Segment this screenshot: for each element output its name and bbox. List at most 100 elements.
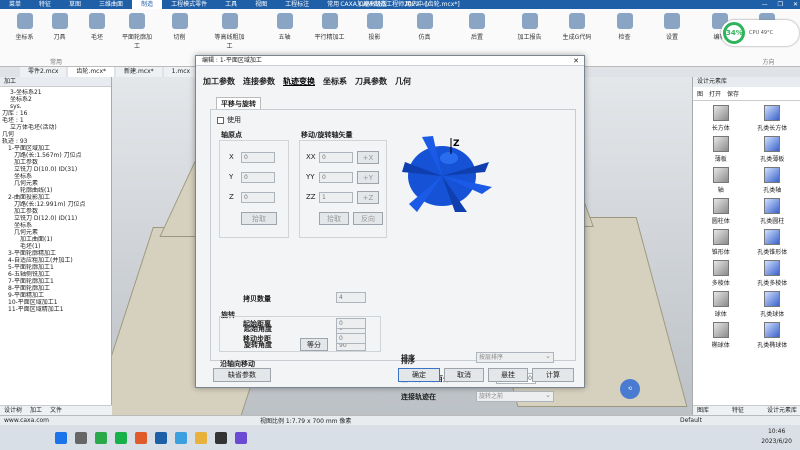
library-item[interactable]: 长方体: [695, 105, 747, 132]
tree-item[interactable]: 1-平面区域加工: [0, 145, 111, 152]
library-item[interactable]: 孔类薄板: [747, 136, 799, 163]
tree-item[interactable]: 4-自适应粗加工(并加工): [0, 257, 111, 264]
document-tab[interactable]: 零件2.mcx: [20, 67, 67, 77]
library-item[interactable]: 孔类圆柱: [747, 198, 799, 225]
library-item[interactable]: 椭球体: [695, 322, 747, 349]
ribbon-button[interactable]: 刀具: [43, 13, 77, 53]
tree-item[interactable]: 几何元素: [0, 180, 111, 187]
folder-icon[interactable]: [195, 431, 207, 444]
ribbon-button[interactable]: 平行精加工: [313, 13, 347, 53]
library-item[interactable]: 轴: [695, 167, 747, 194]
plus-x-button[interactable]: +X: [357, 151, 379, 164]
tree-item[interactable]: 立方体毛坯(活动): [0, 124, 111, 131]
tree-item[interactable]: 刀路(长:12.991m) 刀位点: [0, 201, 111, 208]
browser-icon[interactable]: [95, 431, 107, 444]
tree-item[interactable]: 11-平面区域精加工1: [0, 306, 111, 313]
use-checkbox[interactable]: 使用: [217, 115, 241, 125]
performance-widget[interactable]: 34% CPU 49°C: [721, 20, 799, 46]
library-item[interactable]: 孔类球体: [747, 291, 799, 318]
tree-item[interactable]: 刀库 : 16: [0, 110, 111, 117]
dialog-tab[interactable]: 刀具参数: [354, 76, 388, 87]
tree-item[interactable]: 加工曲面(1): [0, 236, 111, 243]
default-params-button[interactable]: 缺省参数: [213, 368, 271, 382]
tree-item[interactable]: 7-平面轮廓加工1: [0, 278, 111, 285]
vector-pick-button[interactable]: 拾取: [319, 212, 349, 225]
ribbon-button[interactable]: 平面轮廓加工: [120, 13, 154, 53]
library-item[interactable]: 圆柱体: [695, 198, 747, 225]
copies-field[interactable]: 4: [336, 292, 366, 303]
tree-item[interactable]: 轨迹 : 93: [0, 138, 111, 145]
library-item[interactable]: 薄板: [695, 136, 747, 163]
close-window-button[interactable]: ✕: [793, 0, 798, 9]
ribbon-button[interactable]: 检查: [608, 13, 642, 53]
library-tool-button[interactable]: 图: [697, 89, 703, 98]
plus-y-button[interactable]: +Y: [357, 171, 379, 184]
connect-select[interactable]: 旋转之前: [476, 390, 554, 402]
tree-item[interactable]: 几何: [0, 131, 111, 138]
chat-icon[interactable]: [115, 431, 127, 444]
app-icon[interactable]: [235, 431, 247, 444]
library-tool-button[interactable]: 打开: [709, 89, 721, 98]
ribbon-button[interactable]: 后置: [460, 13, 494, 53]
maximize-button[interactable]: ❐: [778, 0, 783, 9]
dialog-close-button[interactable]: ✕: [573, 56, 579, 66]
ribbon-button[interactable]: 加工报告: [513, 13, 547, 53]
tree-item[interactable]: 5-平面轮廓加工1: [0, 264, 111, 271]
tree-item[interactable]: 坐标系: [0, 222, 111, 229]
ribbon-button[interactable]: 等高线粗加工: [213, 13, 247, 53]
tree-item[interactable]: sys.: [0, 103, 111, 110]
library-item[interactable]: 孔类长方体: [747, 105, 799, 132]
library-item[interactable]: 多棱体: [695, 260, 747, 287]
reverse-button[interactable]: 反向: [353, 212, 383, 225]
view-cube-icon[interactable]: ⟲: [620, 379, 640, 399]
sort-select[interactable]: 按层排序: [476, 351, 554, 363]
library-item[interactable]: 孔类锥形体: [747, 229, 799, 256]
ribbon-button[interactable]: 生成G代码: [560, 13, 594, 53]
search-icon[interactable]: [75, 431, 87, 444]
tree-item[interactable]: 10-平面区域加工1: [0, 299, 111, 306]
library-item[interactable]: 孔类多棱体: [747, 260, 799, 287]
caxa-icon[interactable]: [155, 431, 167, 444]
app-icon[interactable]: [135, 431, 147, 444]
document-tab[interactable]: 新建.mcx*: [116, 67, 162, 77]
move-start-field[interactable]: 0: [336, 318, 366, 329]
ribbon-button[interactable]: 仿真: [408, 13, 442, 53]
pivot-z-field[interactable]: 0: [241, 192, 275, 203]
tree-item[interactable]: 坐标系: [0, 173, 111, 180]
dialog-tab[interactable]: 加工参数: [202, 76, 236, 87]
ribbon-button[interactable]: 坐标系: [8, 13, 42, 53]
minimize-button[interactable]: —: [762, 0, 768, 9]
ok-button[interactable]: 确定: [398, 368, 440, 382]
pivot-x-field[interactable]: 0: [241, 152, 275, 163]
tree-item[interactable]: 刀路(长:1.567m) 刀位点: [0, 152, 111, 159]
pivot-pick-button[interactable]: 拾取: [241, 212, 277, 225]
ribbon-button[interactable]: 五轴: [268, 13, 302, 53]
tree-item[interactable]: 2-曲面投影加工: [0, 194, 111, 201]
app-icon[interactable]: [215, 431, 227, 444]
left-panel-tab[interactable]: 加工: [30, 406, 42, 415]
ribbon-button[interactable]: 设置: [655, 13, 689, 53]
dialog-tab[interactable]: 几何: [394, 76, 412, 87]
library-tool-button[interactable]: 保存: [727, 89, 739, 98]
tree-item[interactable]: 毛坯 : 1: [0, 117, 111, 124]
document-tab[interactable]: 1.mcx: [163, 67, 199, 77]
compute-button[interactable]: 计算: [532, 368, 574, 382]
tree-item[interactable]: 3-平面轮廓精加工: [0, 250, 111, 257]
tree-item[interactable]: 3-坐标系21: [0, 89, 111, 96]
ribbon-button[interactable]: 切削: [163, 13, 197, 53]
library-item[interactable]: 孔类椭球体: [747, 322, 799, 349]
tree-item[interactable]: 毛坯(1): [0, 243, 111, 250]
tree-item[interactable]: 加工参数: [0, 159, 111, 166]
left-panel-tab[interactable]: 设计树: [4, 406, 22, 415]
tree-item[interactable]: 轮廓曲线(1): [0, 187, 111, 194]
right-panel-tab[interactable]: 图库: [697, 406, 709, 415]
checkbox-box[interactable]: [217, 116, 224, 124]
dialog-tab[interactable]: 坐标系: [322, 76, 348, 87]
right-panel-tab[interactable]: 设计元素库: [767, 406, 797, 415]
tree-item[interactable]: 坐标系2: [0, 96, 111, 103]
move-step-field[interactable]: 0: [336, 333, 366, 344]
library-item[interactable]: 球体: [695, 291, 747, 318]
dialog-tab[interactable]: 轨迹变换: [282, 76, 316, 87]
tree-item[interactable]: 8-平面轮廓加工: [0, 285, 111, 292]
library-item[interactable]: 锥形体: [695, 229, 747, 256]
